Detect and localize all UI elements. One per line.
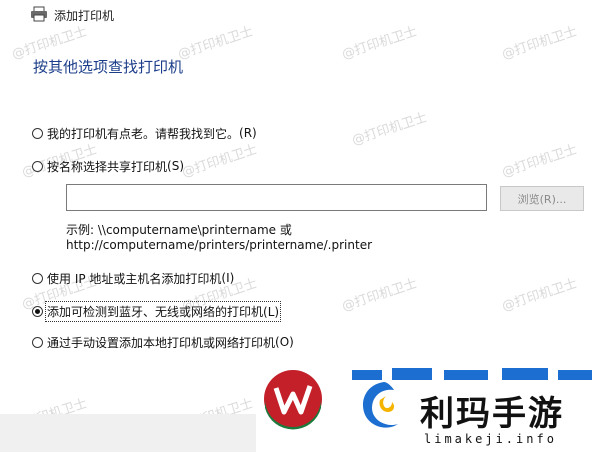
watermark: @打印机卫士 xyxy=(500,142,580,181)
radio-button[interactable] xyxy=(32,336,43,348)
option-key: (I) xyxy=(221,271,235,285)
radio-button[interactable] xyxy=(32,272,43,284)
option-label: 我的打印机有点老。请帮我找到它。 xyxy=(47,126,240,141)
printer-icon xyxy=(31,6,47,22)
option-label: 通过手动设置添加本地打印机或网络打印机 xyxy=(47,335,276,350)
example-text-line1: 示例: \\computername\printername 或 xyxy=(66,223,292,237)
example-text-line2: http://computername/printers/printername… xyxy=(66,238,373,252)
watermark: @打印机卫士 xyxy=(350,110,430,149)
logo-swirl-icon xyxy=(362,382,398,428)
shared-printer-name-input[interactable] xyxy=(66,184,487,211)
logo-w-icon xyxy=(264,370,322,430)
option-label-focused: 添加可检测到蓝牙、无线或网络的打印机(L) xyxy=(44,300,282,322)
option-key: (S) xyxy=(167,159,184,173)
option-shared-printer[interactable]: 按名称选择共享打印机 (S) xyxy=(32,157,184,175)
watermark: @打印机卫士 xyxy=(180,142,260,181)
radio-button[interactable] xyxy=(32,160,43,172)
option-label: 使用 IP 地址或主机名添加打印机 xyxy=(47,271,222,286)
option-bluetooth-wireless-network[interactable]: 添加可检测到蓝牙、无线或网络的打印机(L) xyxy=(32,300,282,322)
logo-brand-text: 利玛手游 xyxy=(420,394,564,434)
window-title: 添加打印机 xyxy=(54,9,115,23)
logo-domain-text: limakeji.info xyxy=(424,432,557,446)
watermark: @打印机卫士 xyxy=(340,276,420,315)
radio-button-checked[interactable] xyxy=(32,305,43,317)
watermark: @打印机卫士 xyxy=(500,276,580,315)
browse-button[interactable]: 浏览(R)... xyxy=(500,186,584,211)
option-key: (R) xyxy=(239,126,257,140)
radio-button[interactable] xyxy=(32,127,43,139)
option-ip-hostname[interactable]: 使用 IP 地址或主机名添加打印机 (I) xyxy=(32,269,234,287)
page-heading: 按其他选项查找打印机 xyxy=(33,58,184,76)
option-label: 按名称选择共享打印机 xyxy=(47,159,168,174)
option-printer-old[interactable]: 我的打印机有点老。请帮我找到它。 (R) xyxy=(32,124,257,142)
option-key: (O) xyxy=(275,335,294,349)
option-manual-settings[interactable]: 通过手动设置添加本地打印机或网络打印机 (O) xyxy=(32,333,294,351)
title-bar: 添加打印机 xyxy=(0,0,600,30)
